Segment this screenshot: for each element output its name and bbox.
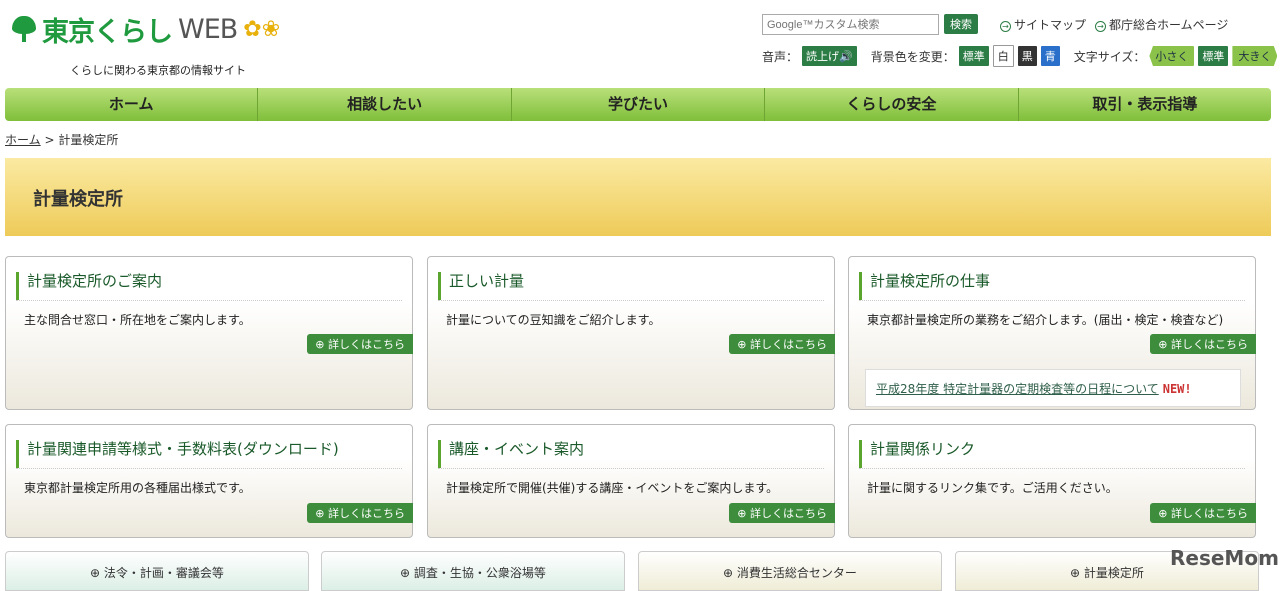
font-size-label: 文字サイズ：	[1073, 49, 1146, 64]
breadcrumb-current: 計量検定所	[58, 133, 119, 147]
watermark: ReseMom	[1170, 546, 1279, 570]
logo-text-web: WEB	[178, 14, 238, 45]
font-standard-button[interactable]: 標準	[1198, 46, 1229, 66]
bg-blue-button[interactable]: 青	[1040, 46, 1060, 66]
site-logo[interactable]: 東京くらし WEB ✿❀	[12, 10, 280, 49]
new-badge: NEW!	[1162, 382, 1192, 396]
bg-white-button[interactable]: 白	[992, 45, 1014, 67]
logo-text: 東京くらし	[42, 17, 173, 48]
bottom-link-consumer-center[interactable]: ⊕ 消費生活総合センター	[638, 551, 942, 591]
card-desc: 計量に関するリンク集です。ご活用ください。	[867, 481, 1118, 495]
tagline: くらしに関わる東京都の情報サイト	[70, 64, 246, 77]
card-forms: 計量関連申請等様式・手数料表(ダウンロード) 東京都計量検定所用の各種届出様式で…	[5, 424, 413, 538]
card-title[interactable]: 講座・イベント案内	[438, 440, 824, 468]
card-title[interactable]: 正しい計量	[438, 272, 824, 300]
more-label: 詳しくはこちら	[1171, 507, 1248, 520]
nav-home[interactable]: ホーム	[5, 88, 259, 121]
nav-consult[interactable]: 相談したい	[258, 88, 512, 121]
card-desc: 東京都計量検定所用の各種届出様式です。	[24, 481, 251, 495]
bottom-link-survey[interactable]: ⊕ 調査・生協・公衆浴場等	[321, 551, 625, 591]
page-title-banner: 計量検定所	[5, 158, 1271, 236]
more-button[interactable]: ⊕ 詳しくはこちら	[307, 334, 413, 354]
page-title: 計量検定所	[33, 189, 123, 210]
breadcrumb-home[interactable]: ホーム	[5, 133, 41, 147]
card-events: 講座・イベント案内 計量検定所で開催(共催)する講座・イベントをご案内します。 …	[427, 424, 835, 538]
more-button[interactable]: ⊕ 詳しくはこちら	[729, 334, 835, 354]
flower-icon: ✿❀	[243, 17, 281, 42]
link-label: 都庁総合ホームページ	[1109, 18, 1229, 32]
bottom-link-label: 法令・計画・審議会等	[103, 566, 224, 580]
more-label: 詳しくはこちら	[1171, 338, 1248, 351]
card-links: 計量関係リンク 計量に関するリンク集です。ご活用ください。 ⊕ 詳しくはこちら	[848, 424, 1256, 538]
voice-label: 音声：	[762, 49, 799, 64]
link-label: サイトマップ	[1014, 18, 1087, 32]
news-item: 平成28年度 特定計量器の定期検査等の日程について NEW!	[865, 369, 1241, 407]
more-label: 詳しくはこちら	[328, 507, 405, 520]
bottom-link-label: 調査・生協・公衆浴場等	[413, 566, 546, 580]
metro-home-link[interactable]: → 都庁総合ホームページ	[1095, 16, 1228, 33]
card-guide: 計量検定所のご案内 主な問合せ窓口・所在地をご案内します。 ⊕ 詳しくはこちら	[5, 256, 413, 410]
breadcrumb: ホーム > 計量検定所	[5, 131, 118, 148]
card-work: 計量検定所の仕事 東京都計量検定所の業務をご紹介します。(届出・検定・検査など)…	[848, 256, 1256, 410]
bottom-link-label: 消費生活総合センター	[736, 566, 857, 580]
card-title[interactable]: 計量関連申請等様式・手数料表(ダウンロード)	[16, 440, 402, 468]
more-button[interactable]: ⊕ 詳しくはこちら	[729, 503, 835, 523]
search-input[interactable]	[762, 14, 939, 35]
read-aloud-button[interactable]: 読上げ🔊	[802, 46, 857, 66]
sitemap-link[interactable]: → サイトマップ	[1000, 16, 1086, 33]
font-small-button[interactable]: 小さく	[1149, 46, 1195, 66]
card-title[interactable]: 計量検定所の仕事	[859, 272, 1245, 300]
bg-black-button[interactable]: 黒	[1017, 46, 1037, 66]
breadcrumb-separator: >	[44, 133, 55, 147]
more-button[interactable]: ⊕ 詳しくはこちら	[1150, 334, 1256, 354]
nav-safety[interactable]: くらしの安全	[765, 88, 1019, 121]
bottom-link-laws[interactable]: ⊕ 法令・計画・審議会等	[5, 551, 309, 591]
more-label: 詳しくはこちら	[328, 338, 405, 351]
card-desc: 計量についての豆知識をご紹介します。	[446, 313, 661, 327]
card-title[interactable]: 計量関係リンク	[859, 440, 1245, 468]
card-title[interactable]: 計量検定所のご案内	[16, 272, 402, 300]
nav-learn[interactable]: 学びたい	[512, 88, 766, 121]
more-label: 詳しくはこちら	[750, 338, 827, 351]
more-button[interactable]: ⊕ 詳しくはこちら	[1150, 503, 1256, 523]
nav-trade[interactable]: 取引・表示指導	[1019, 88, 1271, 121]
card-desc: 計量検定所で開催(共催)する講座・イベントをご案内します。	[446, 481, 779, 495]
font-large-button[interactable]: 大きく	[1232, 46, 1278, 66]
bg-standard-button[interactable]: 標準	[958, 46, 989, 66]
search-button[interactable]: 検索	[944, 14, 978, 34]
card-measurement: 正しい計量 計量についての豆知識をご紹介します。 ⊕ 詳しくはこちら	[427, 256, 835, 410]
accessibility-bar: 音声： 読上げ🔊 背景色を変更： 標準 白 黒 青 文字サイズ： 小さく 標準 …	[762, 45, 1278, 67]
bg-label: 背景色を変更：	[870, 49, 955, 64]
main-nav: ホーム 相談したい 学びたい くらしの安全 取引・表示指導	[5, 88, 1271, 121]
bottom-link-label: 計量検定所	[1083, 566, 1144, 580]
more-button[interactable]: ⊕ 詳しくはこちら	[307, 503, 413, 523]
arrow-circle-icon: →	[1000, 21, 1011, 32]
card-desc: 東京都計量検定所の業務をご紹介します。(届出・検定・検査など)	[867, 313, 1224, 327]
card-desc: 主な問合せ窓口・所在地をご案内します。	[24, 313, 251, 327]
ginkgo-leaf-icon	[12, 15, 36, 44]
arrow-circle-icon: →	[1095, 21, 1106, 32]
more-label: 詳しくはこちら	[750, 507, 827, 520]
news-link[interactable]: 平成28年度 特定計量器の定期検査等の日程について	[876, 382, 1159, 396]
